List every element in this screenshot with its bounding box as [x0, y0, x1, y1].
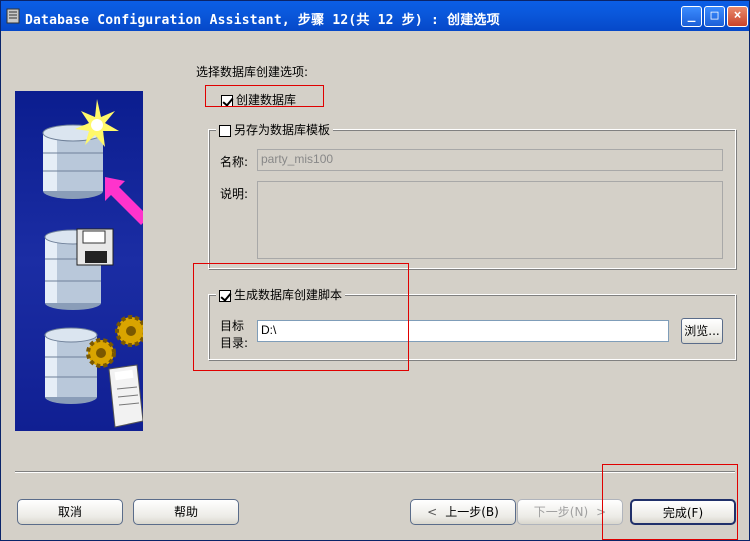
annotation-generate-script: [193, 263, 409, 371]
save-template-checkbox[interactable]: [219, 124, 231, 137]
dbca-window: Database Configuration Assistant, 步骤 12(…: [0, 0, 750, 541]
chevron-left-icon: <: [427, 505, 438, 519]
annotation-finish: [602, 464, 738, 540]
save-template-label: 另存为数据库模板: [234, 123, 331, 137]
back-button-label: 上一步(B): [445, 505, 499, 519]
browse-button[interactable]: 浏览...: [681, 318, 723, 344]
help-button[interactable]: 帮助: [133, 499, 239, 525]
annotation-create-database: [205, 85, 324, 107]
template-name-label: 名称:: [220, 155, 249, 169]
save-template-option[interactable]: 另存为数据库模板: [216, 121, 334, 138]
cancel-button[interactable]: 取消: [17, 499, 123, 525]
database-illustration-icon: [42, 99, 149, 428]
section-label: 选择数据库创建选项:: [196, 65, 309, 79]
app-icon: [6, 8, 20, 24]
next-button-label: 下一步(N): [533, 505, 589, 519]
back-button[interactable]: < 上一步(B): [410, 499, 516, 525]
maximize-button[interactable]: □: [704, 6, 725, 27]
template-name-input[interactable]: party_mis100: [257, 149, 723, 171]
minimize-button[interactable]: _: [681, 6, 702, 27]
wizard-illustration: [15, 91, 149, 431]
template-description-textarea[interactable]: [257, 181, 723, 259]
template-description-label: 说明:: [220, 187, 249, 201]
close-button[interactable]: ×: [727, 6, 748, 27]
title-bar[interactable]: Database Configuration Assistant, 步骤 12(…: [1, 1, 749, 31]
window-title: Database Configuration Assistant, 步骤 12(…: [25, 13, 500, 28]
